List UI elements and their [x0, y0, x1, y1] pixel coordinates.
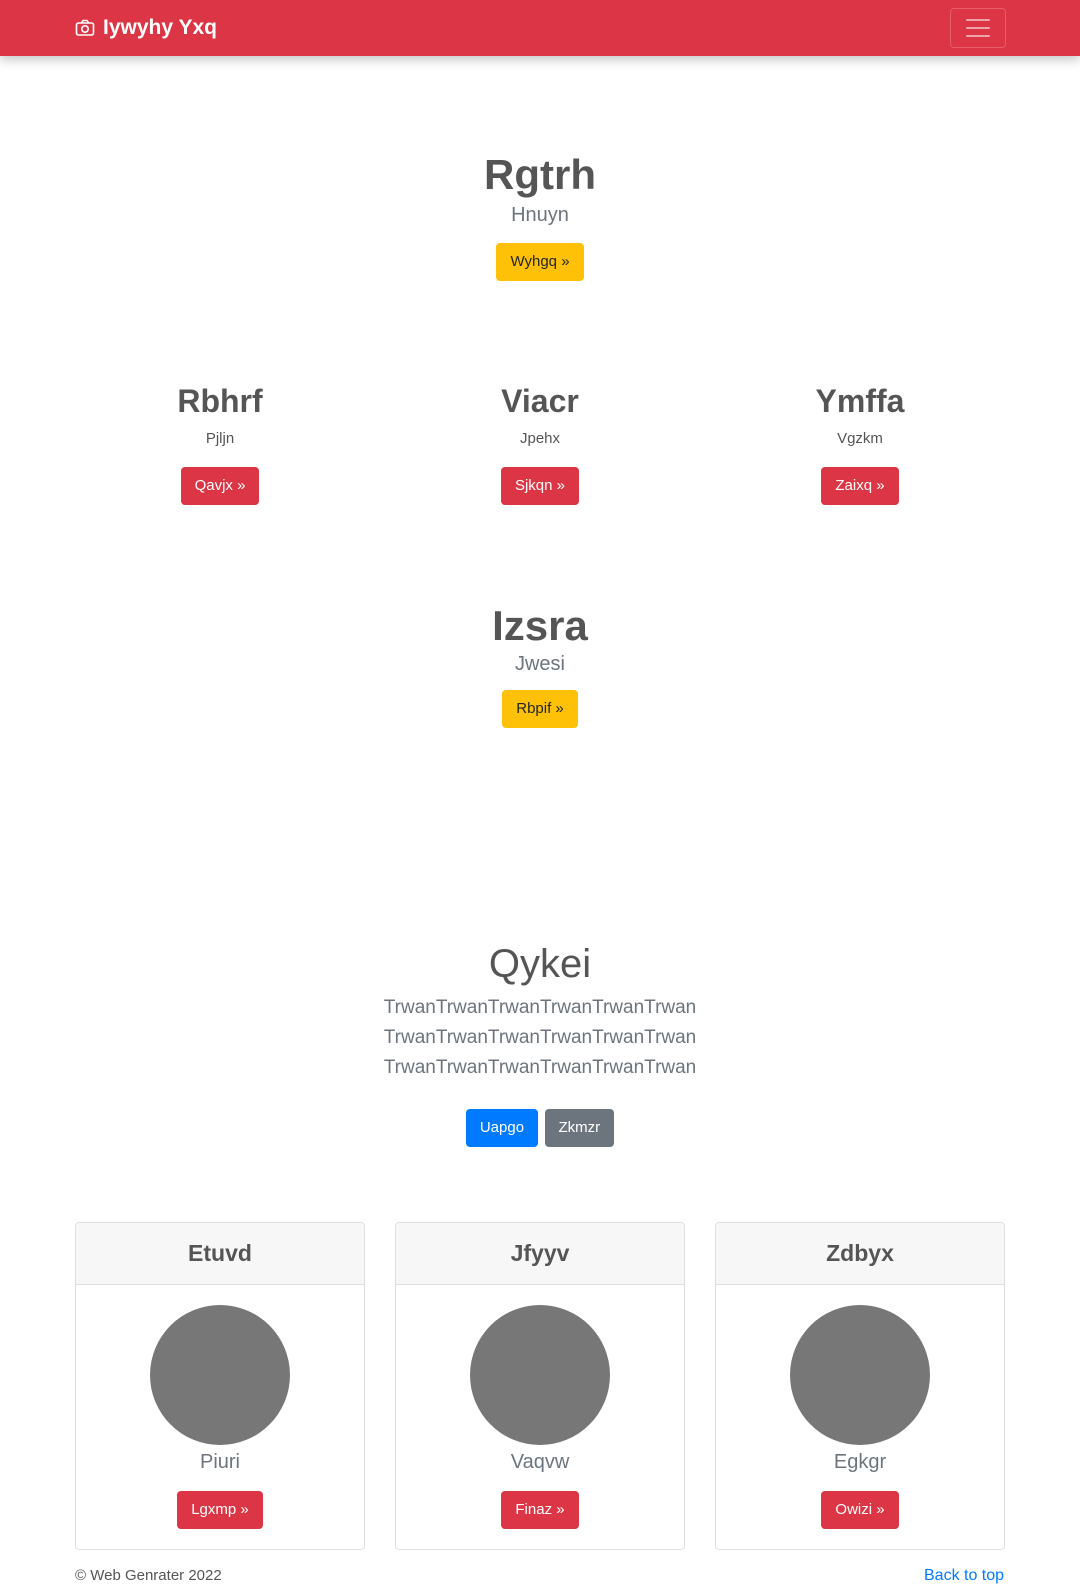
back-to-top-link[interactable]: Back to top: [924, 1567, 1004, 1585]
card: Zdbyx Egkgr Owizi »: [715, 1222, 1005, 1550]
feature-title: Ymffa: [815, 383, 905, 419]
card-button[interactable]: Owizi »: [821, 1491, 899, 1529]
section-button-group: Uapgo Zkmzr: [0, 1109, 1080, 1147]
card-text: Egkgr: [833, 1451, 887, 1473]
camera-icon: [75, 19, 95, 36]
card-text: Piuri: [199, 1451, 240, 1473]
feature-button[interactable]: Zaixq »: [821, 467, 899, 506]
hero-button[interactable]: Rbpif »: [502, 690, 578, 729]
hero-section-2: Izsra Jwesi Rbpif »: [0, 601, 1080, 729]
feature-text: Pjljn: [205, 430, 235, 448]
navbar: Iywyhy Yxq: [0, 0, 1080, 56]
feature-title: Viacr: [501, 383, 579, 419]
feature-title: Rbhrf: [177, 383, 263, 419]
card-header: Zdbyx: [716, 1223, 1004, 1285]
feature-button[interactable]: Sjkqn »: [500, 467, 580, 506]
feature-text: Jpehx: [519, 430, 561, 448]
card-header: Jfyyv: [396, 1223, 684, 1285]
brand-name: Iywyhy Yxq: [103, 16, 218, 39]
avatar-placeholder: [470, 1305, 610, 1445]
section-lead: TrwanTrwanTrwanTrwanTrwanTrwan TrwanTrwa…: [383, 997, 697, 1078]
brand-link[interactable]: Iywyhy Yxq: [75, 16, 217, 40]
secondary-button[interactable]: Zkmzr: [544, 1109, 615, 1147]
hero-title: Rgtrh: [484, 151, 596, 198]
hero-title: Izsra: [492, 602, 588, 649]
footer-copyright: © Web Genrater 2022: [75, 1567, 222, 1584]
hero-section-1: Rgtrh Hnuyn Wyhgq »: [0, 150, 1080, 282]
navbar-toggler-button[interactable]: [950, 8, 1006, 48]
feature-column: Rbhrf Pjljn Qavjx »: [60, 382, 380, 506]
card-button[interactable]: Finaz »: [501, 1491, 579, 1529]
feature-button[interactable]: Qavjx »: [180, 467, 260, 506]
hero-subtitle: Jwesi: [514, 653, 565, 676]
avatar-placeholder: [150, 1305, 290, 1445]
hamburger-menu-icon: [966, 19, 990, 37]
primary-button[interactable]: Uapgo: [465, 1109, 539, 1147]
feature-text: Vgzkm: [837, 430, 883, 448]
card: Jfyyv Vaqvw Finaz »: [395, 1222, 685, 1550]
card: Etuvd Piuri Lgxmp »: [75, 1222, 365, 1550]
card-button[interactable]: Lgxmp »: [177, 1491, 263, 1529]
hero-button[interactable]: Wyhgq »: [496, 243, 584, 282]
avatar-placeholder: [790, 1305, 930, 1445]
section-title: Qykei: [488, 942, 592, 986]
card-text: Vaqvw: [510, 1451, 570, 1473]
intro-section: Qykei TrwanTrwanTrwanTrwanTrwanTrwan Trw…: [0, 942, 1080, 1147]
feature-column: Ymffa Vgzkm Zaixq »: [700, 382, 1020, 506]
feature-column: Viacr Jpehx Sjkqn »: [380, 382, 700, 506]
hero-subtitle: Hnuyn: [511, 204, 569, 227]
card-header: Etuvd: [76, 1223, 364, 1285]
